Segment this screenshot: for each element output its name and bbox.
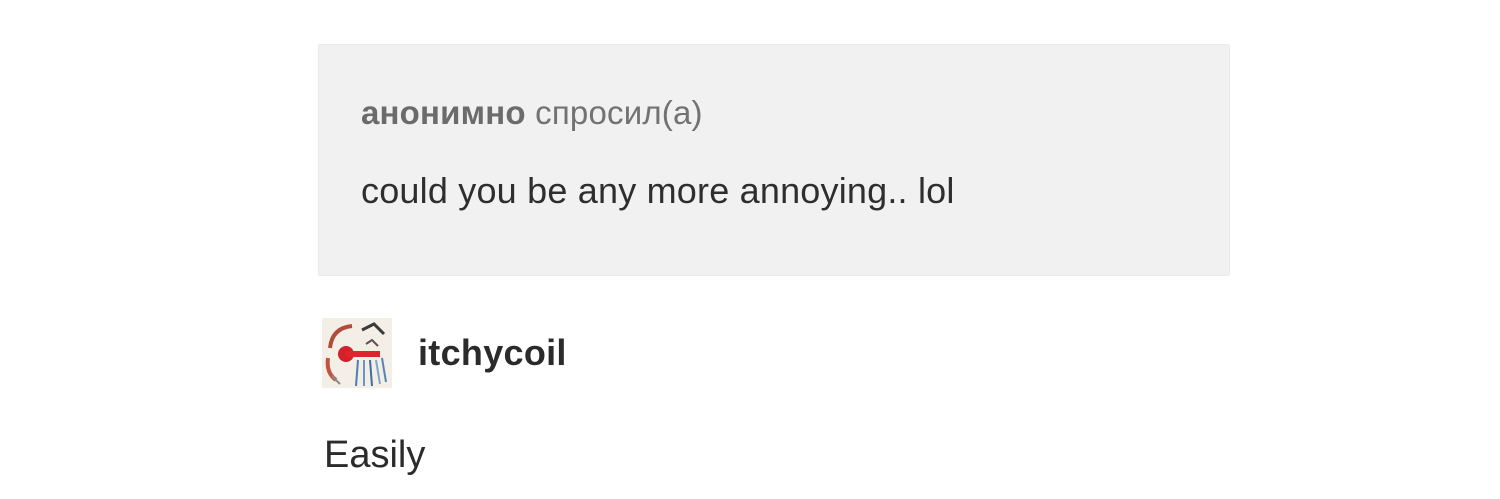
answer-header: itchycoil	[322, 318, 567, 388]
asked-label: спросил(а)	[535, 94, 703, 131]
user-avatar[interactable]	[322, 318, 392, 388]
post: анонимно спросил(а) could you be any mor…	[0, 0, 1500, 499]
ask-question-text: could you be any more annoying.. lol	[361, 170, 955, 211]
avatar-art-icon	[322, 318, 392, 388]
ask-header: анонимно спросил(а)	[361, 93, 703, 133]
answer-text: Easily	[324, 434, 426, 476]
username-link[interactable]: itchycoil	[418, 331, 567, 375]
asker-name[interactable]: анонимно	[361, 94, 526, 131]
ask-card: анонимно спросил(а) could you be any mor…	[318, 44, 1230, 276]
